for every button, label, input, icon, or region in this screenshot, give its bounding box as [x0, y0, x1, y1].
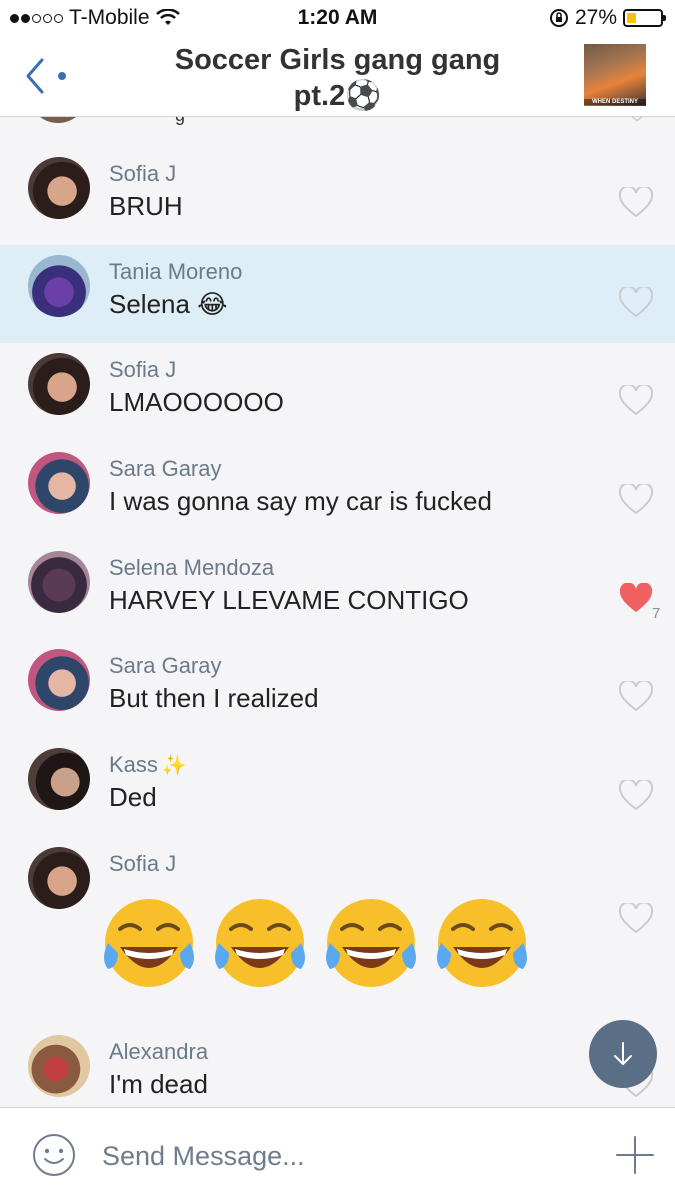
message-input[interactable]	[100, 1130, 564, 1182]
plus-icon[interactable]	[614, 1134, 656, 1176]
back-chevron-icon	[26, 58, 66, 94]
tears-of-joy-emoji-icon	[215, 899, 305, 987]
back-button[interactable]	[24, 56, 74, 96]
message-text: I'm dead	[109, 1069, 208, 1099]
heart-filled-icon[interactable]	[618, 583, 654, 615]
heart-outline-icon[interactable]	[618, 385, 654, 417]
tears-of-joy-emoji-group	[104, 899, 527, 987]
scroll-to-bottom-button[interactable]	[589, 1020, 657, 1088]
avatar[interactable]	[28, 353, 90, 415]
message-row-highlighted[interactable]: Tania Moreno Selena 😂	[0, 245, 675, 343]
heart-outline-icon[interactable]	[618, 780, 654, 812]
avatar[interactable]	[28, 1035, 90, 1097]
message-row[interactable]: Sofia J 😂😂😂😂	[0, 837, 675, 1025]
heart-outline-icon[interactable]	[618, 681, 654, 713]
message-text: I was gonna say my car is fucked	[109, 486, 492, 516]
message-row[interactable]: Sofia J LMAOOOOOO	[0, 343, 675, 441]
avatar[interactable]	[28, 452, 90, 514]
battery-icon	[623, 9, 666, 27]
sender-name: Sara Garay	[109, 456, 222, 481]
message-text: LMAOOOOOO	[109, 387, 284, 417]
arrow-down-icon	[614, 1042, 632, 1065]
unread-dot-icon	[58, 72, 66, 80]
like-count: 7	[652, 605, 661, 622]
sender-name: Alexandra	[109, 1039, 209, 1064]
heart-outline-icon[interactable]	[618, 903, 654, 935]
message-text: HARVEY LLEVAME CONTIGO	[109, 585, 469, 615]
partial-message-row: g 1	[0, 117, 675, 133]
heart-outline-icon[interactable]	[618, 484, 654, 516]
chat-header: Soccer Girls gang gang pt.2⚽ WHEN DESTIN…	[0, 36, 675, 117]
avatar[interactable]	[28, 847, 90, 909]
sender-name: Sara Garay	[109, 653, 222, 678]
sender-name: Sofia J	[109, 161, 177, 186]
avatar	[28, 117, 88, 123]
sparkles-icon: ✨	[161, 755, 187, 777]
message-row[interactable]: Kass ✨ Ded	[0, 738, 675, 836]
message-row[interactable]: Sara Garay I was gonna say my car is fuc…	[0, 442, 675, 540]
message-composer	[0, 1107, 675, 1201]
rotation-lock-icon	[549, 9, 568, 27]
group-avatar-caption: WHEN DESTINY	[584, 99, 646, 105]
message-text: Selena 😂	[109, 289, 228, 319]
tears-of-joy-emoji-icon	[437, 899, 527, 987]
heart-outline-icon[interactable]	[622, 117, 652, 123]
avatar[interactable]	[28, 748, 90, 810]
message-row[interactable]: Selena Mendoza HARVEY LLEVAME CONTIGO 7	[0, 541, 675, 639]
chat-title[interactable]: Soccer Girls gang gang pt.2⚽	[150, 42, 525, 114]
sender-name: Sofia J	[109, 357, 177, 382]
message-row[interactable]: Sofia J BRUH	[0, 145, 675, 243]
message-list[interactable]: g 1 Sofia J BRUH Tania Moreno Selena 😂 S…	[0, 117, 675, 1107]
avatar[interactable]	[28, 157, 90, 219]
sender-name: Kass ✨	[109, 752, 187, 778]
avatar[interactable]	[28, 649, 90, 711]
message-text: Ded	[109, 782, 157, 812]
message-row[interactable]: Alexandra I'm dead	[0, 1025, 675, 1107]
message-row[interactable]: Sara Garay But then I realized	[0, 639, 675, 737]
status-right: 27%	[549, 6, 666, 30]
message-text: BRUH	[109, 191, 183, 221]
sender-name-text: Kass	[109, 752, 158, 777]
sender-name: Tania Moreno	[109, 259, 243, 284]
message-text: But then I realized	[109, 683, 319, 713]
avatar[interactable]	[28, 255, 90, 317]
tears-of-joy-emoji-icon	[104, 899, 194, 987]
like-count: 1	[652, 117, 660, 119]
battery-percent: 27%	[574, 6, 617, 29]
tears-of-joy-emoji-icon	[326, 899, 416, 987]
smiley-icon[interactable]	[31, 1132, 77, 1178]
sender-name: Selena Mendoza	[109, 555, 275, 580]
emoji-message: 😂😂😂😂	[96, 893, 536, 993]
heart-outline-icon[interactable]	[618, 287, 654, 319]
sender-name: Sofia J	[109, 851, 177, 876]
status-bar: T-Mobile 1:20 AM 27%	[0, 0, 675, 36]
avatar[interactable]	[28, 551, 90, 613]
heart-outline-icon[interactable]	[618, 187, 654, 219]
group-avatar[interactable]: WHEN DESTINY	[584, 44, 646, 106]
